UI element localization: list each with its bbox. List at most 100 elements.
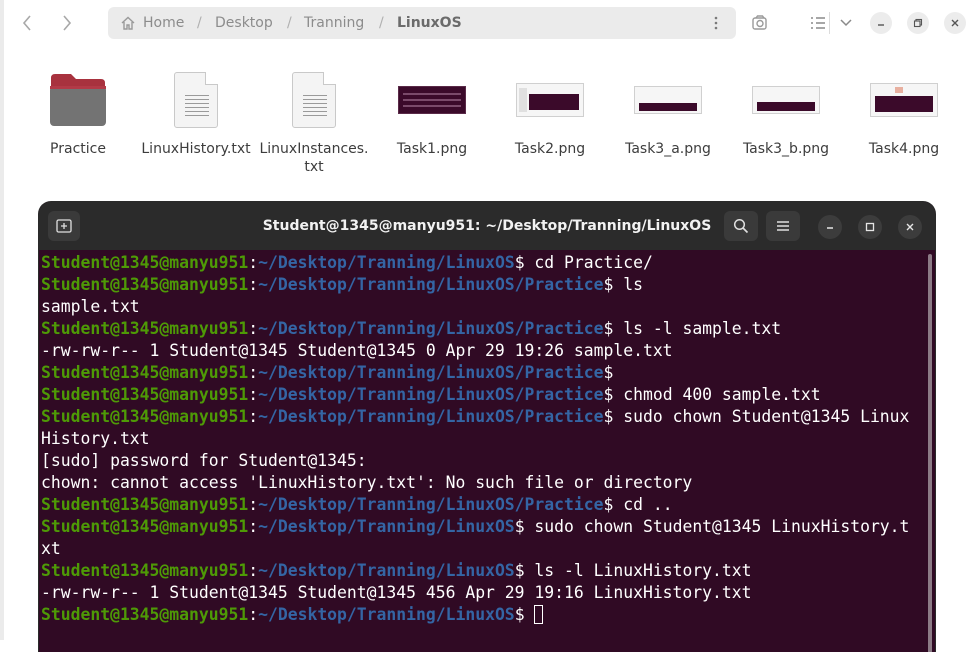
prompt-symbol: $ — [514, 517, 525, 536]
file-item-linuxhistory[interactable]: LinuxHistory.txt — [140, 68, 252, 158]
search-icon — [733, 218, 749, 234]
minimize-button[interactable] — [870, 12, 892, 34]
file-name: Task3_a.png — [625, 141, 711, 157]
text-file-icon — [292, 72, 336, 128]
prompt-path: ~/Desktop/Tranning/LinuxOS/Practice — [258, 385, 604, 404]
breadcrumb-home[interactable]: Home — [143, 7, 184, 39]
prompt-line: Student@1345@manyu951:~/Desktop/Tranning… — [41, 406, 927, 428]
file-name: LinuxInstances.txt — [259, 141, 369, 175]
prompt-path: ~/Desktop/Tranning/LinuxOS/Practice — [258, 319, 604, 338]
prompt-colon: : — [248, 561, 259, 580]
file-name: Task3_b.png — [742, 141, 830, 157]
output-line: History.txt — [41, 428, 927, 450]
prompt-user: Student@1345@manyu951 — [41, 407, 249, 426]
command-text: ls -l LinuxHistory.txt — [524, 561, 752, 580]
breadcrumb-linuxos[interactable]: LinuxOS — [397, 7, 462, 39]
output-line: sample.txt — [41, 296, 927, 318]
command-text: ls — [613, 275, 643, 294]
toolbar-divider — [829, 12, 830, 34]
view-options-button[interactable] — [832, 9, 860, 37]
prompt-user: Student@1345@manyu951 — [41, 605, 249, 624]
prompt-path: ~/Desktop/Tranning/LinuxOS — [258, 561, 515, 580]
close-button[interactable] — [944, 12, 966, 34]
file-item-practice[interactable]: Practice — [22, 68, 134, 158]
file-item-linuxinstances[interactable]: LinuxInstances.txt — [258, 68, 370, 176]
output-line: xt — [41, 538, 927, 560]
prompt-line: Student@1345@manyu951:~/Desktop/Tranning… — [41, 384, 927, 406]
terminal-title: Student@1345@manyu951: ~/Desktop/Trannin… — [262, 218, 712, 234]
output-text: -rw-rw-r-- 1 Student@1345 Student@1345 0… — [41, 341, 673, 360]
prompt-line: Student@1345@manyu951:~/Desktop/Tranning… — [41, 494, 927, 516]
terminal-scrollbar[interactable] — [928, 254, 932, 652]
chevron-down-icon — [840, 19, 852, 27]
prompt-user: Student@1345@manyu951 — [41, 517, 249, 536]
restore-button[interactable] — [907, 12, 929, 34]
breadcrumb-separator: / — [287, 15, 292, 31]
image-thumbnail — [398, 86, 466, 114]
prompt-line: Student@1345@manyu951:~/Desktop/Tranning… — [41, 318, 927, 340]
file-name: Task1.png — [396, 141, 468, 157]
output-text: [sudo] password for Student@1345: — [41, 451, 367, 470]
back-button[interactable] — [12, 8, 42, 38]
prompt-symbol: $ — [603, 275, 614, 294]
prompt-colon: : — [248, 407, 259, 426]
output-text: chown: cannot access 'LinuxHistory.txt':… — [41, 473, 693, 492]
image-thumbnail — [752, 86, 820, 114]
minimize-icon — [827, 227, 833, 229]
image-thumbnail — [634, 86, 702, 114]
prompt-symbol: $ — [514, 561, 525, 580]
file-item-task3a[interactable]: Task3_a.png — [612, 68, 724, 158]
maximize-icon — [865, 222, 875, 232]
file-item-task2[interactable]: Task2.png — [494, 68, 606, 158]
prompt-colon: : — [248, 363, 259, 382]
prompt-colon: : — [248, 517, 259, 536]
output-line: chown: cannot access 'LinuxHistory.txt':… — [41, 472, 927, 494]
terminal-minimize-button[interactable] — [818, 215, 842, 239]
file-name: Task2.png — [514, 141, 586, 157]
terminal-headerbar: Student@1345@manyu951: ~/Desktop/Trannin… — [39, 202, 935, 250]
breadcrumb-separator: / — [379, 15, 384, 31]
prompt-line: Student@1345@manyu951:~/Desktop/Tranning… — [41, 362, 927, 384]
search-button[interactable] — [746, 9, 774, 37]
prompt-line: Student@1345@manyu951:~/Desktop/Tranning… — [41, 604, 927, 626]
breadcrumb: Home / Desktop / Tranning / LinuxOS — [108, 7, 736, 39]
terminal-menu-button[interactable] — [766, 211, 800, 241]
file-item-task4[interactable]: Task4.png — [848, 68, 960, 158]
folder-icon — [50, 74, 106, 126]
output-text: History.txt — [41, 429, 150, 448]
prompt-user: Student@1345@manyu951 — [41, 495, 249, 514]
output-text: -rw-rw-r-- 1 Student@1345 Student@1345 4… — [41, 583, 752, 602]
breadcrumb-desktop[interactable]: Desktop — [215, 7, 273, 39]
prompt-user: Student@1345@manyu951 — [41, 253, 249, 272]
breadcrumb-tranning[interactable]: Tranning — [304, 7, 364, 39]
file-item-task3b[interactable]: Task3_b.png — [730, 68, 842, 158]
terminal-close-button[interactable] — [898, 215, 922, 239]
close-icon — [951, 19, 959, 27]
file-name: Practice — [50, 141, 106, 157]
output-line: -rw-rw-r-- 1 Student@1345 Student@1345 4… — [41, 582, 927, 604]
output-line: [sudo] password for Student@1345: — [41, 450, 927, 472]
prompt-colon: : — [248, 495, 259, 514]
prompt-user: Student@1345@manyu951 — [41, 561, 249, 580]
terminal-maximize-button[interactable] — [858, 215, 882, 239]
home-icon — [121, 16, 135, 30]
chevron-right-icon — [63, 15, 72, 31]
terminal-output[interactable]: Student@1345@manyu951:~/Desktop/Tranning… — [41, 252, 927, 626]
list-view-button[interactable] — [804, 9, 832, 37]
terminal-window[interactable]: Student@1345@manyu951: ~/Desktop/Trannin… — [39, 202, 935, 652]
prompt-user: Student@1345@manyu951 — [41, 275, 249, 294]
image-thumbnail — [516, 83, 584, 117]
output-line: -rw-rw-r-- 1 Student@1345 Student@1345 0… — [41, 340, 927, 362]
command-text — [525, 605, 535, 624]
prompt-path: ~/Desktop/Tranning/LinuxOS/Practice — [258, 363, 604, 382]
list-view-icon — [811, 17, 825, 29]
file-name: LinuxHistory.txt — [141, 141, 251, 157]
forward-button[interactable] — [52, 8, 82, 38]
prompt-line: Student@1345@manyu951:~/Desktop/Tranning… — [41, 560, 927, 582]
terminal-search-button[interactable] — [724, 211, 758, 241]
command-text: ls -l sample.txt — [613, 319, 782, 338]
hamburger-menu-icon — [777, 221, 789, 231]
file-item-task1[interactable]: Task1.png — [376, 68, 488, 158]
prompt-symbol: $ — [603, 385, 614, 404]
more-options-icon[interactable] — [714, 16, 718, 30]
